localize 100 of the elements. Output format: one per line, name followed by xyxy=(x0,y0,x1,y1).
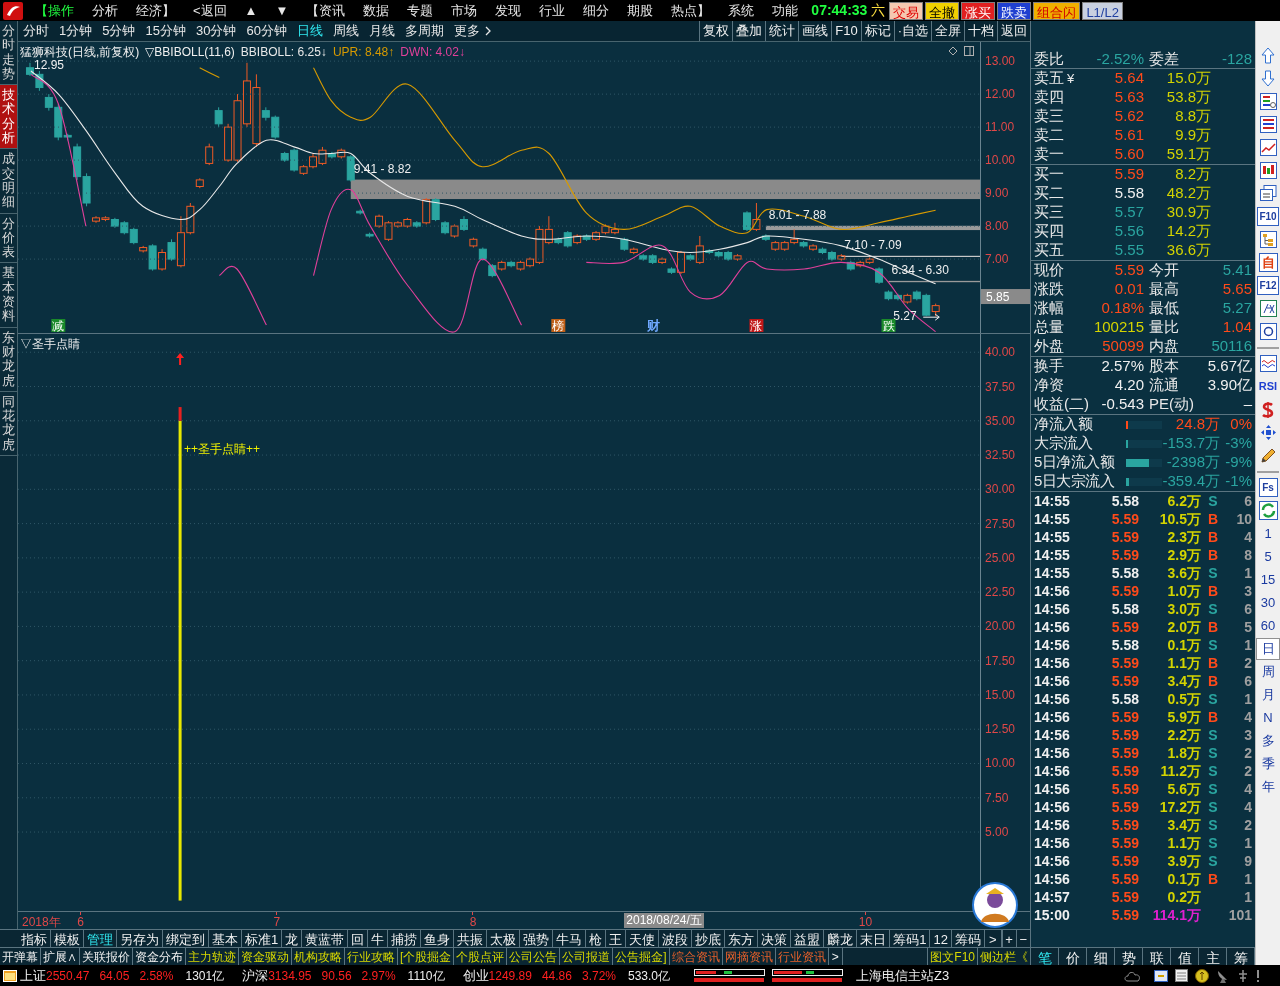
period-tab[interactable]: 5分钟 xyxy=(97,21,141,41)
toolbar-button[interactable]: F12 xyxy=(1257,276,1279,295)
menu-item[interactable]: 行业 xyxy=(530,0,575,21)
toolbar-button[interactable]: 自 xyxy=(1258,253,1278,272)
windows-icon[interactable] xyxy=(1259,185,1277,202)
satellite-dish-icon[interactable] xyxy=(1216,968,1230,983)
refresh-icon[interactable] xyxy=(1258,501,1278,520)
arrow-down-icon[interactable] xyxy=(1261,70,1275,87)
menu-item[interactable]: 经济】 xyxy=(127,0,184,21)
toolbar-button[interactable]: 统计 xyxy=(765,21,799,41)
period-button[interactable]: 季 xyxy=(1256,752,1280,775)
quote-value: 5.41 xyxy=(1221,260,1252,281)
menu-item[interactable]: 数据 xyxy=(354,0,399,21)
period-tab[interactable]: 更多 xyxy=(448,21,485,41)
chevron-right-icon[interactable] xyxy=(484,26,492,36)
toolbar-button[interactable]: ·自选 xyxy=(893,21,931,41)
formula-icon[interactable] xyxy=(1259,300,1277,317)
menu-item[interactable]: 功能 xyxy=(763,0,808,21)
menu-item[interactable]: 市场 xyxy=(442,0,487,21)
axis-label: 10.00 xyxy=(985,756,1016,771)
trade-volume: 3.6万 xyxy=(1166,563,1201,583)
line-chart-icon[interactable] xyxy=(1259,139,1277,156)
menu-item[interactable]: 【操作 xyxy=(26,0,83,21)
grid-icon[interactable] xyxy=(1259,116,1277,133)
toolbar-button[interactable]: 标记 xyxy=(860,21,894,41)
window-icon[interactable] xyxy=(964,46,974,56)
menu-item[interactable]: <返回 xyxy=(184,0,236,21)
cloud-icon[interactable] xyxy=(1124,969,1142,982)
quote-label: 外盘 xyxy=(1034,336,1065,357)
period-button[interactable]: 多 xyxy=(1256,729,1280,752)
period-tab[interactable]: 30分钟 xyxy=(190,21,242,41)
document-icon[interactable] xyxy=(1175,969,1188,982)
menu-item[interactable]: ▼ xyxy=(266,0,298,21)
period-button[interactable]: 年 xyxy=(1256,775,1280,798)
trade-button[interactable]: 全撤 xyxy=(925,1,960,20)
toolbar-button[interactable]: 叠加 xyxy=(732,21,766,41)
period-tab[interactable]: 15分钟 xyxy=(140,21,191,41)
arrow-up-icon[interactable] xyxy=(1261,47,1275,64)
order-volume: 48.2万 xyxy=(1165,183,1211,204)
side-tab[interactable]: 技术分析 xyxy=(0,85,17,150)
avatar[interactable] xyxy=(972,882,1018,928)
menu-item[interactable]: 分析 xyxy=(83,0,127,21)
toolbar-button[interactable]: Fs xyxy=(1258,478,1278,497)
pencil-icon[interactable] xyxy=(1259,447,1277,464)
side-tab[interactable]: 同花龙虎 xyxy=(0,391,17,456)
order-price: 5.55 xyxy=(1113,240,1144,261)
period-button[interactable]: N xyxy=(1256,706,1280,729)
period-button[interactable]: 月 xyxy=(1256,683,1280,706)
diamond-icon[interactable] xyxy=(948,46,958,56)
tree-icon[interactable] xyxy=(1259,231,1277,248)
period-button[interactable]: 30 xyxy=(1256,591,1280,614)
menu-item[interactable]: 【资讯 xyxy=(297,0,355,21)
menu-item[interactable]: 热点】 xyxy=(662,0,720,21)
side-tab[interactable]: 成交明细 xyxy=(0,149,17,214)
toolbar-button[interactable]: 全屏 xyxy=(931,21,964,41)
period-tab[interactable]: 日线 xyxy=(291,21,328,41)
axis-price-tag xyxy=(981,289,1030,305)
side-tab[interactable]: 东财龙虎 xyxy=(0,327,17,392)
message-icon[interactable] xyxy=(1154,969,1168,982)
coin-icon[interactable] xyxy=(1195,968,1209,983)
trade-button[interactable]: 跌卖 xyxy=(997,1,1032,20)
side-tab[interactable]: 基本资料 xyxy=(0,263,17,328)
period-tab[interactable]: 1分钟 xyxy=(54,21,98,41)
toolbar-button[interactable]: 十档 xyxy=(964,21,997,41)
period-button[interactable]: 日 xyxy=(1256,637,1280,660)
move-icon[interactable] xyxy=(1259,424,1277,441)
toolbar-button[interactable]: 画线 xyxy=(798,21,832,41)
period-button[interactable]: 周 xyxy=(1256,660,1280,683)
period-tab[interactable]: 月线 xyxy=(363,21,400,41)
period-button[interactable]: 60 xyxy=(1256,614,1280,637)
period-tab[interactable]: 60分钟 xyxy=(241,21,292,41)
menu-item[interactable]: ▲ xyxy=(235,0,267,21)
signal-icon[interactable] xyxy=(1256,969,1260,982)
wave-icon[interactable] xyxy=(1259,355,1277,372)
menu-item[interactable]: 细分 xyxy=(574,0,619,21)
candlestick-icon[interactable] xyxy=(1259,162,1277,179)
app-logo-icon[interactable] xyxy=(3,1,23,20)
antenna-icon[interactable] xyxy=(1237,968,1249,983)
trade-price: 5.58 xyxy=(1110,635,1139,655)
toolbar-button[interactable]: F10 xyxy=(1257,207,1279,226)
dollar-icon[interactable] xyxy=(1261,400,1275,419)
menu-item[interactable]: 发现 xyxy=(486,0,531,21)
menu-item[interactable]: 期股 xyxy=(618,0,663,21)
trade-count: 2 xyxy=(1243,653,1252,673)
menu-item[interactable]: 专题 xyxy=(398,0,443,21)
period-tab[interactable]: 周线 xyxy=(327,21,364,41)
table-icon[interactable] xyxy=(1259,93,1277,110)
trade-button[interactable]: 涨买 xyxy=(961,1,996,20)
rsi-label[interactable]: RSI xyxy=(1258,381,1278,392)
menu-item[interactable]: 系统 xyxy=(719,0,764,21)
toolbar-button[interactable]: 复权 xyxy=(699,21,733,41)
side-tab[interactable]: 分价表 xyxy=(0,213,17,264)
period-button[interactable]: 1 xyxy=(1256,522,1280,545)
period-tab[interactable]: 多周期 xyxy=(399,21,449,41)
period-button[interactable]: 15 xyxy=(1256,568,1280,591)
toolbar-button[interactable]: F10 xyxy=(831,21,861,41)
trade-button[interactable]: L1/L2 xyxy=(1082,1,1123,20)
period-tab[interactable]: 分时 xyxy=(18,21,54,41)
period-button[interactable]: 5 xyxy=(1256,545,1280,568)
marker-label: 减 xyxy=(52,319,65,333)
